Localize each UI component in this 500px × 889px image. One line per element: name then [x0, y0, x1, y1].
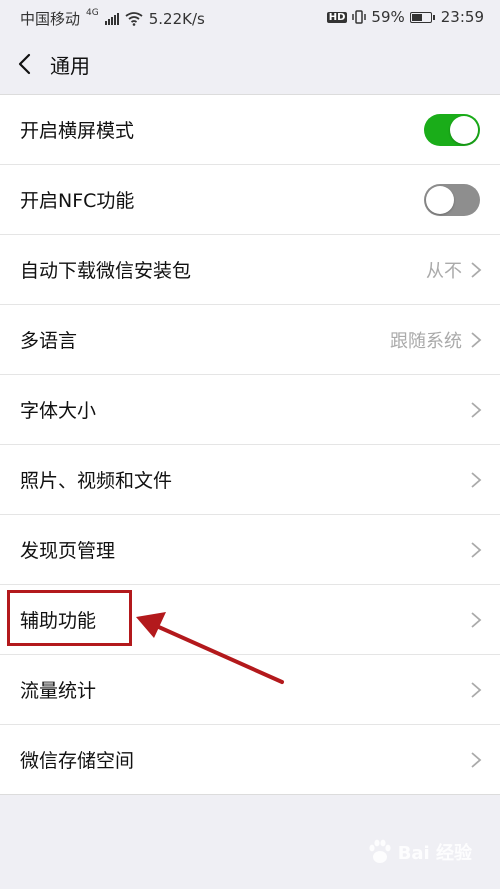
nfc-toggle[interactable]	[424, 184, 480, 216]
setting-media-files[interactable]: 照片、视频和文件	[0, 445, 500, 515]
setting-label: 发现页管理	[20, 540, 116, 562]
network-type: 4G	[86, 7, 99, 18]
chevron-right-icon	[471, 332, 482, 348]
carrier-name: 中国移动	[20, 10, 81, 28]
toggle-knob	[450, 116, 478, 144]
setting-language[interactable]: 多语言 跟随系统	[0, 305, 500, 375]
setting-nfc[interactable]: 开启NFC功能	[0, 165, 500, 235]
status-bar: 中国移动 4G 5.22K/s HD 59% 23:59	[0, 0, 500, 34]
setting-landscape-mode[interactable]: 开启横屏模式	[0, 95, 500, 165]
settings-list: 开启横屏模式 开启NFC功能 自动下载微信安装包 从不 多语言 跟随系统 字体大…	[0, 95, 500, 795]
setting-label: 照片、视频和文件	[20, 470, 173, 492]
setting-auto-download[interactable]: 自动下载微信安装包 从不	[0, 235, 500, 305]
nav-bar: 通用	[0, 34, 500, 95]
setting-label: 多语言	[20, 330, 78, 352]
toggle-knob	[426, 186, 454, 214]
signal-icon	[104, 12, 119, 25]
chevron-right-icon	[471, 542, 482, 558]
baidu-watermark: Bai 经验	[366, 838, 472, 866]
setting-label: 自动下载微信安装包	[20, 260, 192, 282]
landscape-toggle[interactable]	[424, 114, 480, 146]
setting-label: 开启横屏模式	[20, 120, 135, 142]
setting-label: 字体大小	[20, 400, 97, 422]
chevron-right-icon	[471, 262, 482, 278]
setting-label: 流量统计	[20, 680, 97, 702]
hd-badge: HD	[326, 11, 348, 23]
chevron-right-icon	[471, 472, 482, 488]
network-speed: 5.22K/s	[148, 9, 205, 28]
annotation-arrow-icon	[136, 612, 284, 684]
setting-storage[interactable]: 微信存储空间	[0, 725, 500, 795]
battery-icon	[409, 11, 435, 23]
watermark-text: Bai 经验	[397, 843, 472, 864]
status-right: HD 59% 23:59	[326, 8, 484, 26]
setting-discover-management[interactable]: 发现页管理	[0, 515, 500, 585]
setting-value: 从不	[426, 260, 462, 282]
setting-font-size[interactable]: 字体大小	[0, 375, 500, 445]
paw-icon	[369, 839, 391, 863]
chevron-right-icon	[471, 612, 482, 628]
status-left: 中国移动 4G 5.22K/s	[20, 8, 205, 29]
chevron-right-icon	[471, 752, 482, 768]
back-arrow-icon[interactable]	[14, 52, 38, 76]
chevron-right-icon	[471, 682, 482, 698]
setting-label: 微信存储空间	[20, 750, 135, 772]
setting-value: 跟随系统	[390, 330, 462, 352]
wifi-icon	[125, 11, 143, 26]
annotation-highlight-box	[7, 590, 132, 646]
battery-percent: 59%	[371, 8, 405, 26]
chevron-right-icon	[471, 402, 482, 418]
vibrate-icon	[352, 10, 367, 24]
page-title: 通用	[50, 54, 90, 78]
setting-label: 开启NFC功能	[20, 190, 135, 212]
clock: 23:59	[440, 8, 484, 26]
